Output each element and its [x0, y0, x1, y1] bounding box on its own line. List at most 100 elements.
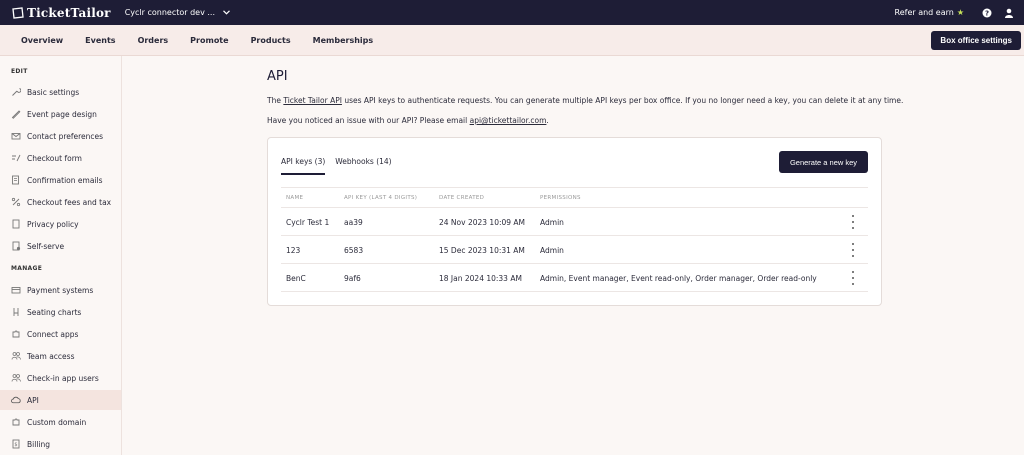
sidebar-item-label: Basic settings [27, 87, 80, 97]
key-date-created: 24 Nov 2023 10:09 AM [439, 218, 526, 227]
chair-icon [11, 307, 21, 317]
manage-heading: MANAGE [11, 265, 43, 272]
sidebar-item-label: Confirmation emails [27, 175, 103, 185]
edit-heading: EDIT [11, 68, 28, 75]
refer-label: Refer and earn [894, 8, 954, 17]
key-name: BenC [286, 274, 306, 283]
box-office-settings-button[interactable]: Box office settings [931, 31, 1021, 50]
puzzle-icon [11, 329, 21, 339]
nav-orders[interactable]: Orders [138, 36, 169, 45]
nav-products[interactable]: Products [251, 36, 291, 45]
api-keys-card: API keys (3) Webhooks (14) Generate a ne… [267, 137, 882, 306]
ticket-tailor-logo[interactable]: TicketTailor [11, 6, 111, 20]
nav-overview[interactable]: Overview [21, 36, 63, 45]
refer-and-earn-link[interactable]: Refer and earn ★ [895, 8, 965, 17]
sidebar-item-basic-settings[interactable]: Basic settings [0, 82, 121, 102]
key-name: 123 [286, 246, 301, 255]
api-issue-text: Have you noticed an issue with our API? … [267, 116, 549, 125]
sidebar-item-privacy-policy[interactable]: Privacy policy [0, 214, 121, 234]
tab-api-keys[interactable]: API keys (3) [281, 157, 326, 175]
more-options-icon[interactable] [850, 243, 856, 257]
sidebar-item-checkout-form[interactable]: Checkout form [0, 148, 121, 168]
sidebar-item-confirmation-emails[interactable]: Confirmation emails [0, 170, 121, 190]
sidebar-item-label: Team access [27, 351, 75, 361]
billing-icon: $ [11, 439, 21, 449]
user-icon[interactable] [1002, 6, 1015, 19]
sidebar-item-label: Connect apps [27, 329, 79, 339]
help-icon[interactable]: ? [980, 6, 993, 19]
key-date-created: 18 Jan 2024 10:33 AM [439, 274, 522, 283]
sidebar-item-label: Custom domain [27, 417, 87, 427]
sidebar-item-api[interactable]: API [0, 390, 121, 410]
sidebar-item-label: Event page design [27, 109, 97, 119]
sidebar-item-label: Checkout form [27, 153, 82, 163]
key-permissions: Admin [540, 246, 564, 255]
sidebar-item-label: Check-in app users [27, 373, 99, 383]
table-row: 123 6583 15 Dec 2023 10:31 AM Admin [281, 236, 868, 264]
table-row: BenC 9af6 18 Jan 2024 10:33 AM Admin, Ev… [281, 264, 868, 292]
email-doc-icon [11, 175, 21, 185]
ticket-tailor-api-link[interactable]: Ticket Tailor API [283, 96, 342, 105]
sidebar-item-label: Billing [27, 439, 50, 449]
ticket-logo-icon [12, 6, 24, 19]
key-last-digits: 9af6 [344, 274, 361, 283]
sidebar-item-label: Contact preferences [27, 131, 104, 141]
column-header-name: NAME [286, 194, 304, 201]
sidebar-item-self-serve[interactable]: Self-serve [0, 236, 121, 256]
tab-webhooks[interactable]: Webhooks (14) [335, 157, 391, 175]
logo-text: TicketTailor [27, 5, 111, 20]
wrench-icon [11, 87, 21, 97]
main-content: API The Ticket Tailor API uses API keys … [122, 56, 1024, 455]
org-switcher[interactable]: Cyclr connector dev ... [125, 8, 230, 17]
api-email-link[interactable]: api@tickettailor.com [470, 116, 547, 125]
percent-icon [11, 197, 21, 207]
org-name: Cyclr connector dev ... [124, 8, 215, 17]
users-icon [11, 373, 21, 383]
chevron-down-icon [223, 8, 230, 17]
key-permissions: Admin [540, 218, 564, 227]
sidebar-item-connect-apps[interactable]: Connect apps [0, 324, 121, 344]
domain-icon [11, 417, 21, 427]
sidebar-item-label: Self-serve [27, 241, 65, 251]
sidebar-item-label: Privacy policy [27, 219, 79, 229]
sidebar-item-label: Seating charts [27, 307, 82, 317]
key-date-created: 15 Dec 2023 10:31 AM [439, 246, 525, 255]
page-title: API [267, 69, 288, 84]
sidebar-item-event-page-design[interactable]: Event page design [0, 104, 121, 124]
sidebar-item-label: Checkout fees and tax [27, 197, 112, 207]
sidebar-item-contact-preferences[interactable]: Contact preferences [0, 126, 121, 146]
table-header: NAME API KEY (LAST 4 DIGITS) DATE CREATE… [281, 187, 868, 208]
more-options-icon[interactable] [850, 271, 856, 285]
api-tabs: API keys (3) Webhooks (14) [281, 157, 392, 175]
card-icon [11, 285, 21, 295]
column-header-api-key: API KEY (LAST 4 DIGITS) [344, 194, 418, 201]
api-intro-text: The Ticket Tailor API uses API keys to a… [267, 96, 904, 105]
generate-new-key-button[interactable]: Generate a new key [779, 151, 868, 173]
column-header-permissions: PERMISSIONS [540, 194, 581, 201]
sidebar-item-checkout-fees[interactable]: Checkout fees and tax [0, 192, 121, 212]
sidebar-item-team-access[interactable]: Team access [0, 346, 121, 366]
column-header-date-created: DATE CREATED [439, 194, 485, 201]
sidebar-item-custom-domain[interactable]: Custom domain [0, 412, 121, 432]
form-icon [11, 153, 21, 163]
nav-memberships[interactable]: Memberships [313, 36, 374, 45]
top-bar: TicketTailor Cyclr connector dev ... Ref… [0, 0, 1024, 25]
api-keys-table: NAME API KEY (LAST 4 DIGITS) DATE CREATE… [281, 187, 868, 292]
document-icon [11, 219, 21, 229]
sidebar-item-label: Payment systems [27, 285, 94, 295]
sidebar-item-payment-systems[interactable]: Payment systems [0, 280, 121, 300]
svg-text:?: ? [984, 9, 988, 17]
table-row: Cyclr Test 1 aa39 24 Nov 2023 10:09 AM A… [281, 208, 868, 236]
brush-icon [11, 109, 21, 119]
sidebar-item-check-in-app-users[interactable]: Check-in app users [0, 368, 121, 388]
more-options-icon[interactable] [850, 215, 856, 229]
sparkle-icon: ★ [956, 8, 964, 17]
sidebar-item-label: API [27, 395, 39, 405]
svg-text:$: $ [14, 442, 17, 448]
sidebar-item-seating-charts[interactable]: Seating charts [0, 302, 121, 322]
sidebar-item-billing[interactable]: $ Billing [0, 434, 121, 454]
cloud-icon [11, 395, 21, 405]
key-permissions: Admin, Event manager, Event read-only, O… [540, 274, 817, 283]
nav-events[interactable]: Events [85, 36, 115, 45]
nav-promote[interactable]: Promote [190, 36, 228, 45]
